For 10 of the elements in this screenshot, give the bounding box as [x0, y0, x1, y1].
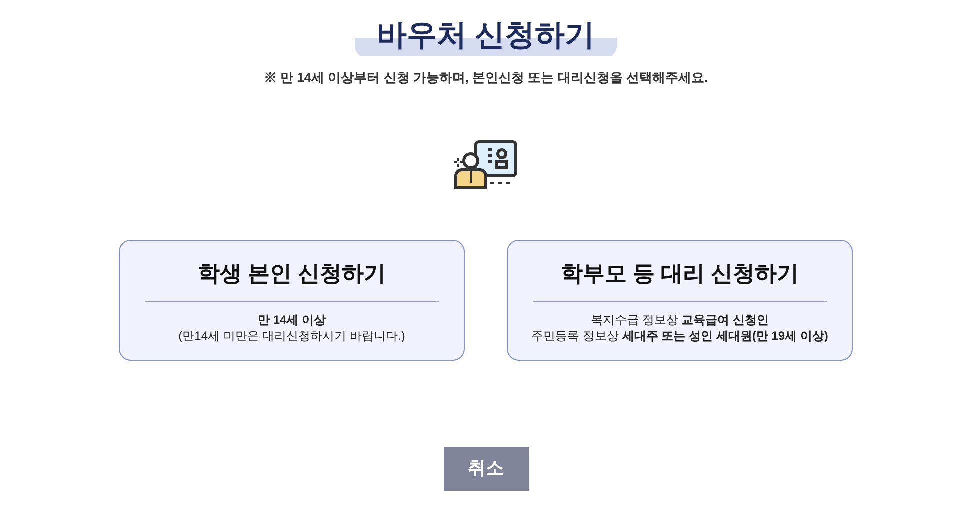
notice-text: ※ 만 14세 이상부터 신청 가능하며, 본인신청 또는 대리신청을 선택해주세요. [264, 69, 708, 87]
cancel-button[interactable]: 취소 [444, 446, 528, 490]
option-card[interactable]: 학부모 등 대리 신청하기 복지수급 정보상 교육급여 신청인 주민등록 정보상 세대주 또는 성인 세대원(만 19세 이상) [507, 240, 853, 360]
card-title: 학생 본인 신청하기 [198, 260, 386, 288]
card-description: 만 14세 이상 [258, 312, 326, 328]
card-description: 복지수급 정보상 교육급여 신청인 [590, 312, 769, 328]
card-description: (만14세 미만은 대리신청하시기 바랍니다.) [178, 328, 406, 344]
option-card[interactable]: 학생 본인 신청하기 만 14세 이상 (만14세 미만은 대리신청하시기 바랍니다.) [119, 240, 465, 360]
card-description: 주민등록 정보상 세대주 또는 성인 세대원(만 19세 이상) [532, 328, 828, 344]
card-title: 학부모 등 대리 신청하기 [560, 260, 800, 288]
